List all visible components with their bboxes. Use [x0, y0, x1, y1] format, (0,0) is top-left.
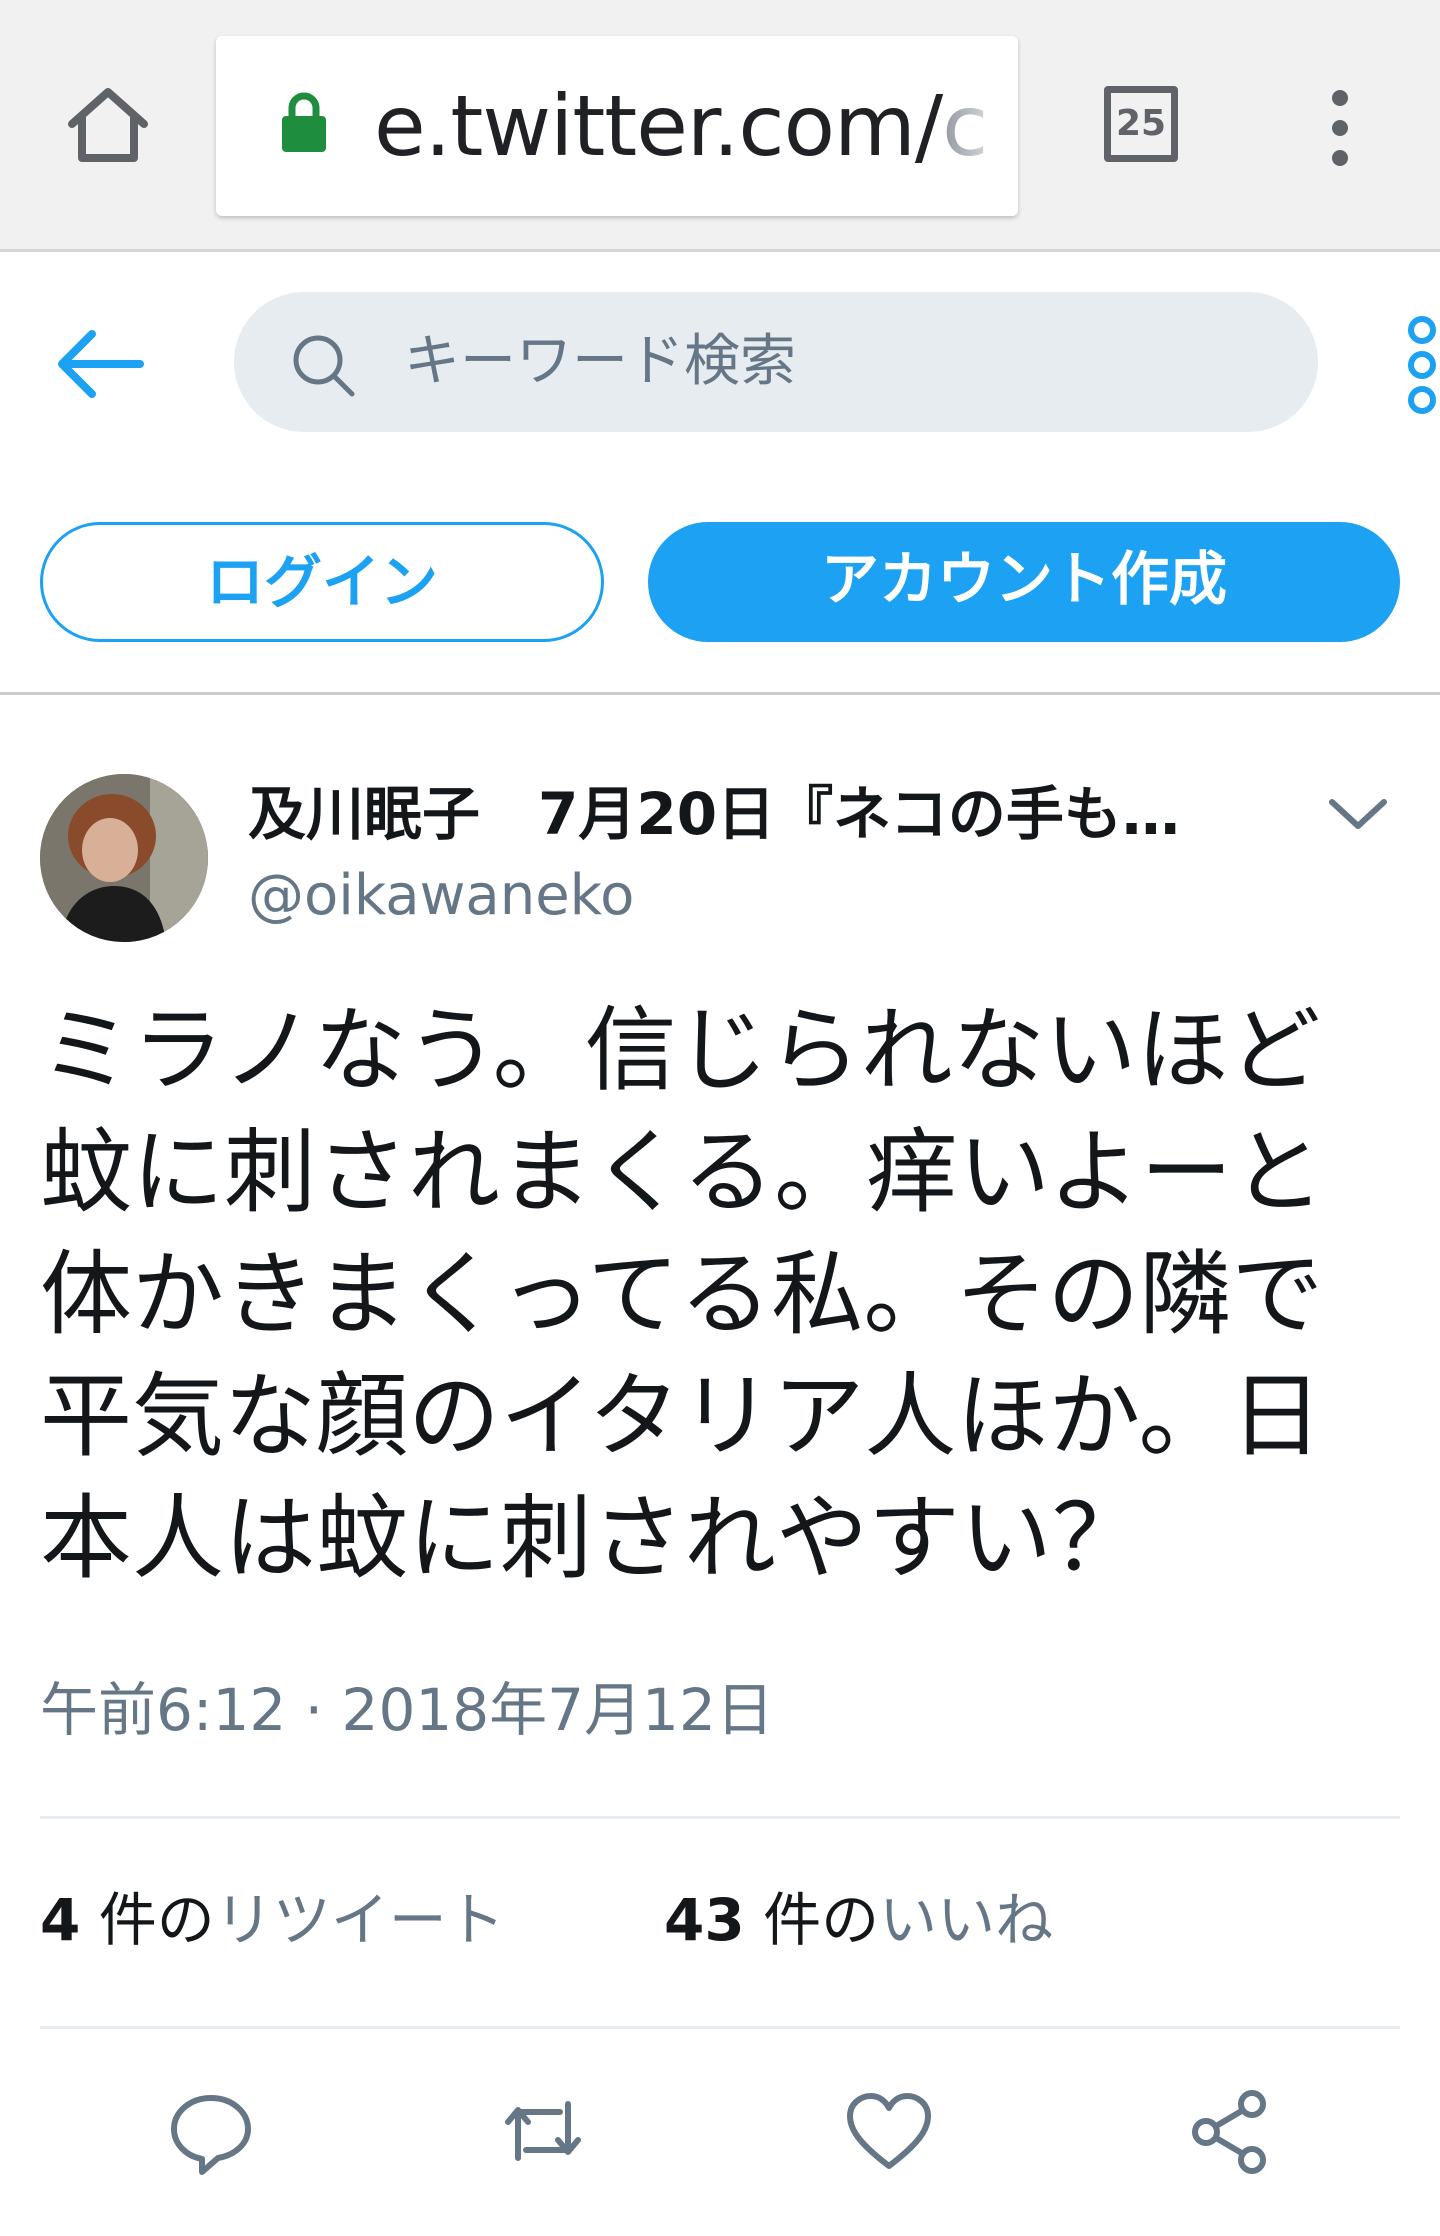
signup-button[interactable]: アカウント作成: [648, 522, 1400, 642]
browser-toolbar: e.twitter.com/c 25: [0, 0, 1440, 252]
divider: [0, 692, 1440, 695]
search-icon: [288, 330, 358, 400]
retweet-icon[interactable]: [498, 2086, 588, 2176]
like-icon[interactable]: [844, 2086, 934, 2176]
url-bar[interactable]: e.twitter.com/c: [216, 36, 1018, 216]
author-handle[interactable]: @oikawaneko: [248, 856, 634, 936]
login-button[interactable]: ログイン: [40, 522, 604, 642]
url-text: e.twitter.com/c: [374, 77, 988, 175]
tab-count: 25: [1115, 103, 1167, 144]
divider: [40, 2026, 1400, 2029]
home-icon[interactable]: [60, 78, 156, 174]
share-icon[interactable]: [1184, 2086, 1274, 2176]
chevron-down-icon[interactable]: [1322, 786, 1394, 842]
author-name[interactable]: 及川眠子 7月20日『ネコの手も…: [248, 774, 1248, 854]
divider: [40, 1816, 1400, 1819]
lock-icon: [280, 90, 328, 154]
retweet-count[interactable]: 4 件のリツイート: [40, 1880, 505, 1960]
like-count[interactable]: 43 件のいいね: [664, 1880, 1053, 1960]
arrow-left-icon[interactable]: [54, 318, 146, 410]
more-vert-icon[interactable]: [1310, 88, 1370, 168]
more-vert-icon[interactable]: [1392, 310, 1440, 420]
search-placeholder: キーワード検索: [404, 329, 796, 394]
tab-switcher-button[interactable]: 25: [1104, 86, 1178, 162]
avatar[interactable]: [40, 774, 208, 942]
search-input[interactable]: キーワード検索: [234, 292, 1318, 432]
tweet-text: ミラノなう。信じられないほど蚊に刺されまくる。痒いよーと体かきまくってる私。その…: [40, 997, 1325, 1592]
tweet-timestamp[interactable]: 午前6:12 · 2018年7月12日: [40, 1670, 774, 1750]
reply-icon[interactable]: [166, 2086, 256, 2176]
